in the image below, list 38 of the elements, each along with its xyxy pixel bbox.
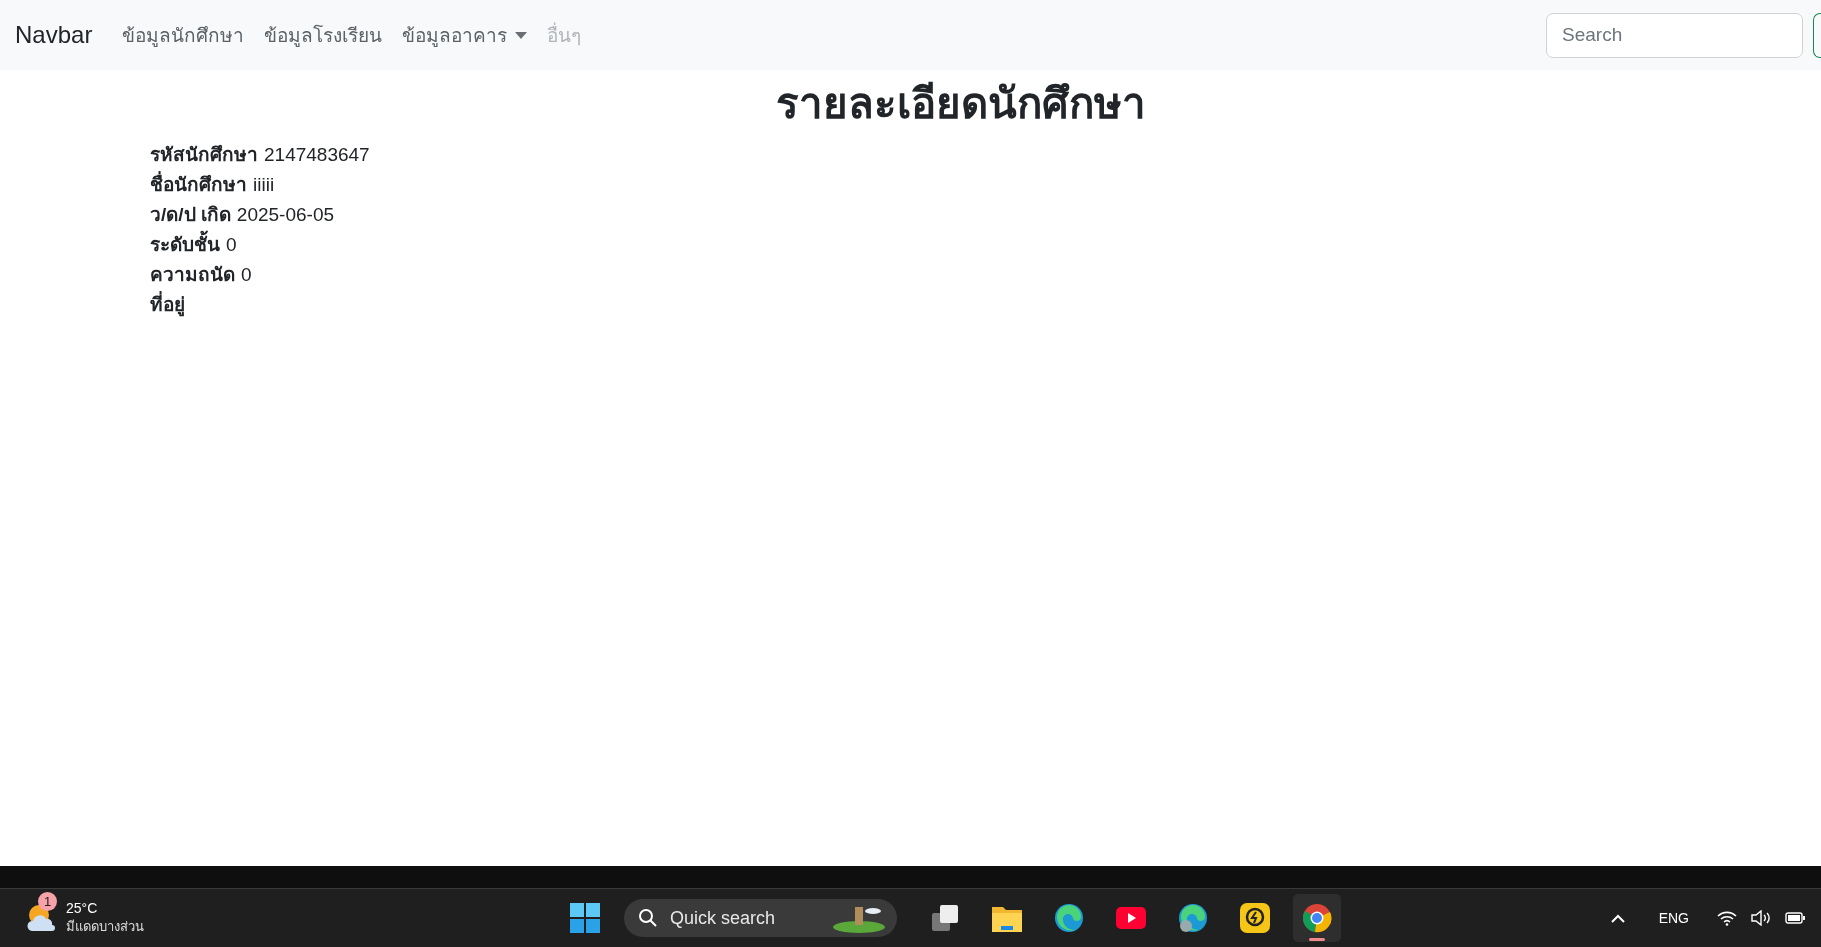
chrome-icon xyxy=(1302,903,1332,933)
field-label: ที่อยู่ xyxy=(150,290,185,320)
field-value: 0 xyxy=(241,263,252,287)
nav-link[interactable]: ข้อมูลโรงเรียน xyxy=(264,20,383,50)
field-value: 2025-06-05 xyxy=(236,203,335,227)
field-label: รหัสนักศึกษา xyxy=(150,143,258,167)
field-label: ระดับชั้น xyxy=(150,230,220,260)
field-label: ชื่อนักศึกษา xyxy=(150,170,247,200)
wifi-icon[interactable] xyxy=(1717,910,1737,926)
weather-condition: มีแดดบางส่วน xyxy=(66,917,144,936)
caret-icon xyxy=(515,31,528,39)
taskbar-search[interactable]: Quick search xyxy=(624,899,897,937)
field-label: ความถนัด xyxy=(150,263,235,287)
field-label: ว/ด/ป เกิด xyxy=(150,203,231,227)
browser-icon xyxy=(1178,903,1208,933)
folder-icon xyxy=(992,904,1022,932)
play-icon xyxy=(1116,907,1146,929)
search-icon xyxy=(638,908,658,928)
chevron-up-icon[interactable] xyxy=(1610,913,1625,923)
battery-icon[interactable] xyxy=(1785,912,1805,924)
browser-icon xyxy=(1054,903,1084,933)
field-value: iiiii xyxy=(253,173,275,197)
notification-badge: 1 xyxy=(38,892,57,911)
field-value: 2147483647 xyxy=(264,143,370,167)
lightning-app-icon xyxy=(1240,903,1270,933)
field-value: 0 xyxy=(226,233,237,257)
taskbar-app[interactable] xyxy=(1293,894,1341,942)
temperature: 25°C xyxy=(66,899,99,916)
start-icon[interactable] xyxy=(570,903,600,933)
page-title: รายละเอียดนักศึกษา xyxy=(774,79,1147,129)
search-field[interactable]: Search xyxy=(1546,12,1803,58)
navbar-brand[interactable]: Navbar xyxy=(15,21,93,49)
search-button[interactable] xyxy=(1813,12,1821,58)
overlapping-windows-icon xyxy=(930,903,960,933)
speaker-icon[interactable] xyxy=(1751,910,1771,926)
nav-link[interactable]: ข้อมูลนักศึกษา xyxy=(122,20,245,50)
nav-link[interactable]: ข้อมูลอาคาร xyxy=(402,20,528,50)
language-indicator[interactable]: ENG xyxy=(1658,910,1689,926)
